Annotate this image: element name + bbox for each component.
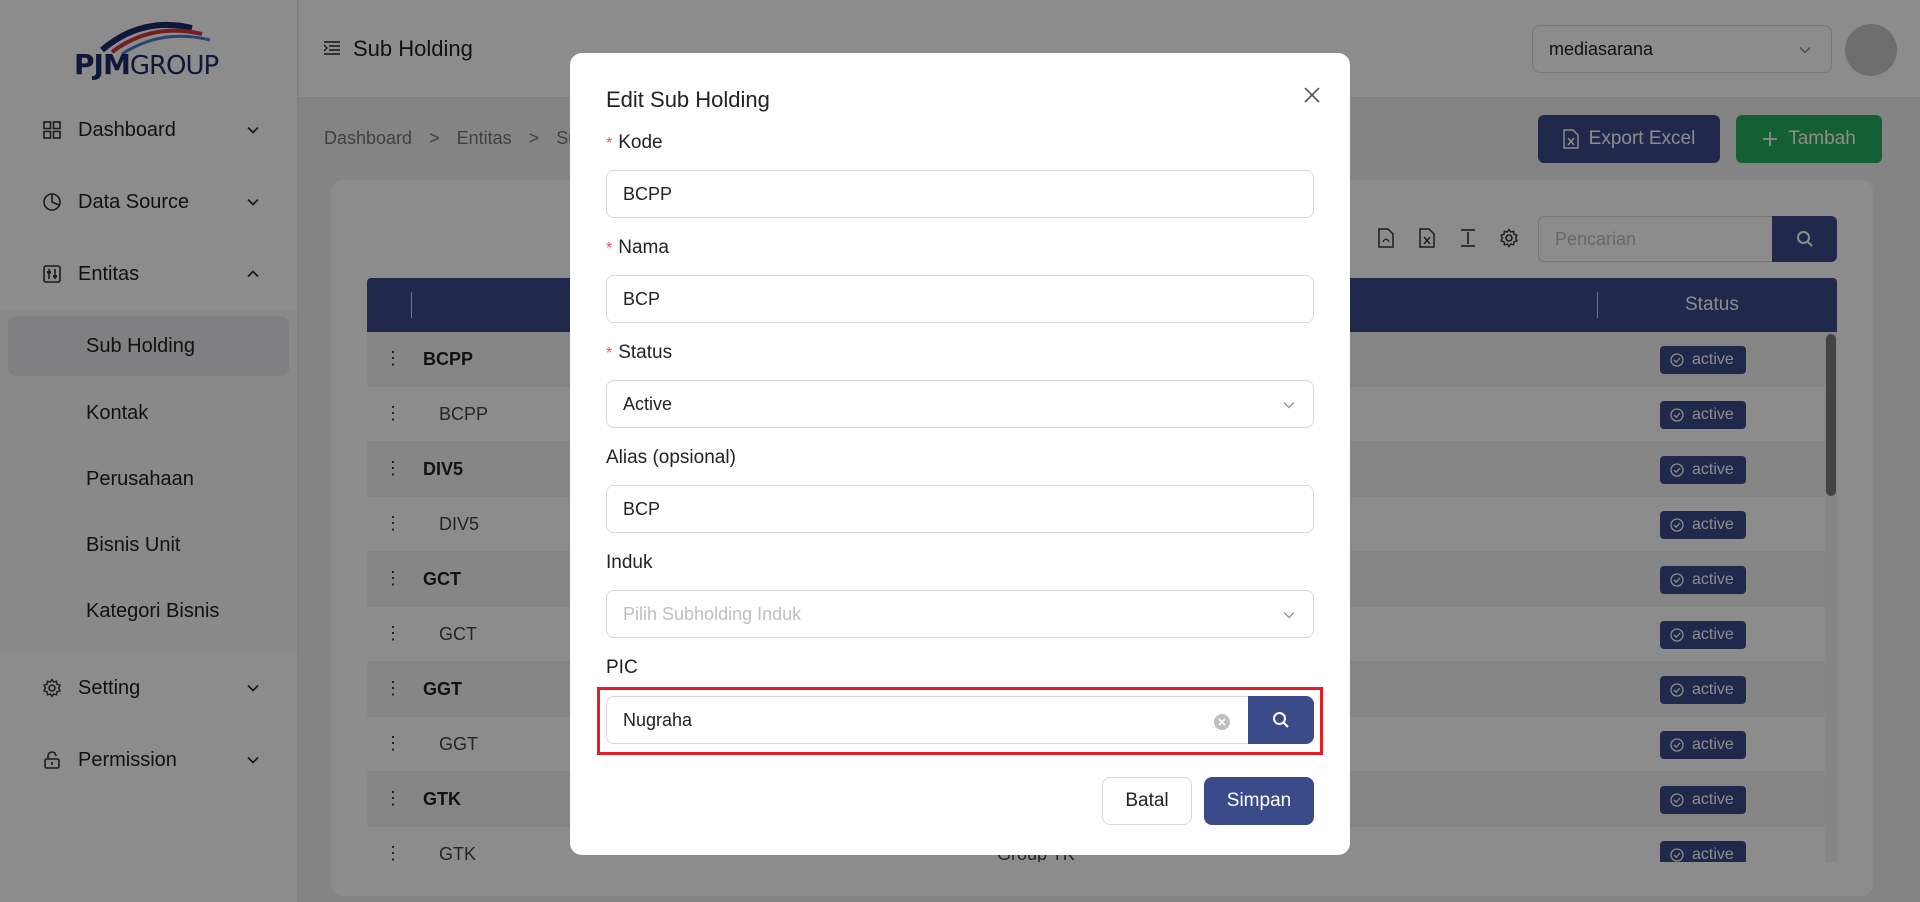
kode-label-text: Kode [618,132,663,153]
required-mark: * [606,345,613,362]
pic-label: PIC [606,657,638,678]
kode-input[interactable]: BCPP [606,170,1314,218]
edit-sub-holding-modal: Edit Sub Holding * Kode BCPP * Nama BCP * S… [570,53,1350,855]
nama-label-text: Nama [618,237,669,258]
status-label-text: Status [618,342,673,363]
search-icon [1273,712,1289,728]
nama-input[interactable]: BCP [606,275,1314,323]
induk-select-placeholder: Pilih Subholding Induk [623,603,802,624]
status-select[interactable]: Active [606,380,1314,428]
status-select-value: Active [623,393,673,414]
modal-title: Edit Sub Holding [606,87,770,112]
pic-input[interactable]: Nugraha [606,696,1250,744]
nama-label: * Nama [606,237,669,259]
required-mark: * [606,135,613,152]
required-mark: * [606,240,613,257]
induk-label: Induk [606,552,653,573]
save-button[interactable]: Simpan [1204,777,1314,825]
alias-label: Alias (opsional) [606,447,736,468]
clear-icon[interactable] [1213,713,1231,731]
chevron-down-icon [1283,612,1295,619]
chevron-down-icon [1283,402,1295,409]
cancel-button[interactable]: Batal [1102,777,1192,825]
status-label: * Status [606,342,672,364]
alias-input[interactable]: BCP [606,485,1314,533]
pic-search-button[interactable] [1248,696,1314,744]
close-icon[interactable] [1300,83,1324,107]
kode-label: * Kode [606,132,663,154]
induk-select[interactable]: Pilih Subholding Induk [606,590,1314,638]
